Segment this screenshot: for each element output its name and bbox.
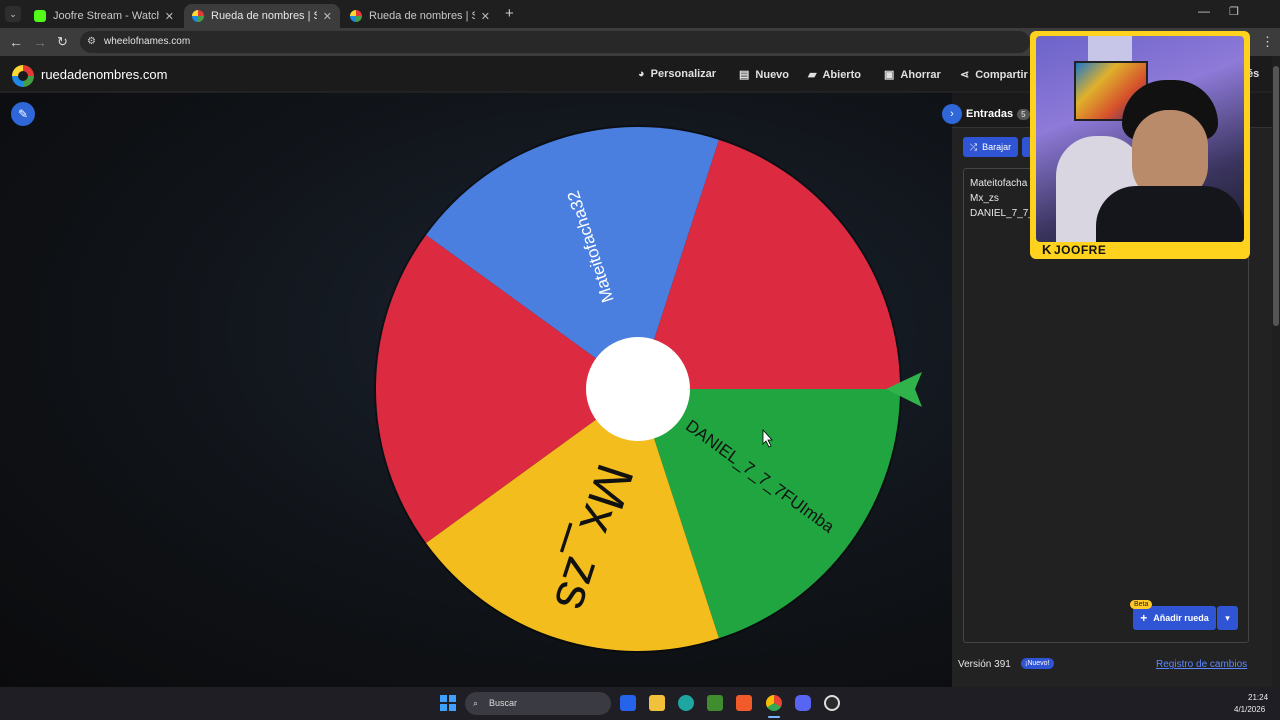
url-field[interactable]: ⚙ wheelofnames.com [80, 31, 1030, 53]
scrollbar-thumb[interactable] [1273, 66, 1279, 326]
edit-pencil-icon[interactable]: ✎ [11, 102, 35, 126]
streamer-name: JOOFRE [1054, 243, 1107, 257]
notes-app-icon[interactable] [620, 695, 636, 711]
palette-icon: ◕ [638, 68, 645, 80]
browser-tab-bar: ⌄ Joofre Stream - Watch Live on K ✕ Rued… [0, 0, 1280, 28]
streamer-webcam-overlay: K JOOFRE [1030, 31, 1250, 259]
menu-abierto[interactable]: ▰ Abierto [808, 68, 861, 82]
clock-time[interactable]: 21:24 [1248, 693, 1268, 702]
menu-ahorrar[interactable]: ▣ Ahorrar [884, 68, 941, 82]
menu-personalizar[interactable]: ◕ Personalizar [638, 68, 716, 80]
wheel-favicon-icon [350, 10, 362, 22]
kick-logo-icon: K [1042, 242, 1052, 257]
wheel-favicon-icon [192, 10, 204, 22]
taskbar-search[interactable]: ⌕ Buscar [465, 692, 611, 715]
back-icon[interactable]: ← [9, 34, 23, 50]
tab-rueda-active[interactable]: Rueda de nombres | Selector d ✕ [184, 4, 340, 28]
tab-joofre-stream[interactable]: Joofre Stream - Watch Live on K ✕ [26, 4, 182, 28]
chevron-down-icon: ▾ [1225, 612, 1230, 623]
save-icon: ▣ [884, 69, 895, 81]
brand-name[interactable]: ruedadenombres.com [41, 67, 167, 82]
close-tab-icon[interactable]: ✕ [165, 10, 174, 23]
file-explorer-icon[interactable] [649, 695, 665, 711]
taskbar: ⌕ Buscar 21:24 4/1/2026 [0, 687, 1280, 720]
webcam-feed [1036, 36, 1244, 242]
close-tab-icon[interactable]: ✕ [323, 10, 332, 23]
minimize-window-button[interactable]: — [1198, 4, 1210, 18]
active-app-indicator [768, 716, 780, 718]
wheel-stage [0, 93, 952, 687]
close-tab-icon[interactable]: ✕ [481, 10, 490, 23]
windows-start-icon[interactable] [440, 695, 456, 711]
browser-menu-icon[interactable]: ⋮ [1261, 34, 1274, 50]
brave-icon[interactable] [736, 695, 752, 711]
menu-nuevo[interactable]: ▤ Nuevo [739, 68, 789, 82]
changelog-link[interactable]: Registro de cambios [1156, 659, 1247, 670]
discord-icon[interactable] [795, 695, 811, 711]
streamer-shirt [1096, 186, 1244, 242]
chevron-right-icon[interactable]: › [942, 104, 962, 124]
file-icon: ▤ [739, 69, 750, 81]
chrome-icon[interactable] [766, 695, 782, 711]
folder-icon: ▰ [808, 69, 817, 81]
new-badge: ¡Nuevo! [1021, 658, 1054, 669]
clock-date[interactable]: 4/1/2026 [1234, 705, 1265, 714]
obs-icon[interactable] [824, 695, 840, 711]
share-icon: ⋖ [960, 69, 970, 81]
site-info-icon[interactable]: ⚙ [87, 31, 96, 53]
entries-count-badge: 5 [1017, 108, 1030, 120]
add-wheel-dropdown[interactable]: ▾ [1217, 606, 1238, 630]
new-tab-button[interactable]: + [505, 5, 514, 22]
plus-icon: + [1140, 611, 1148, 625]
add-wheel-button[interactable]: + Añadir rueda [1133, 606, 1216, 630]
shuffle-button[interactable]: ⤮ Barajar [963, 137, 1018, 157]
tab-rueda-second[interactable]: Rueda de nombres | Selector de ✕ [342, 4, 498, 28]
minecraft-icon[interactable] [707, 695, 723, 711]
edge-icon[interactable] [678, 695, 694, 711]
kick-icon [34, 10, 46, 22]
search-icon: ⌕ [473, 698, 479, 708]
page-scrollbar[interactable] [1272, 56, 1280, 687]
beta-badge: Beta [1130, 600, 1153, 609]
entries-tab[interactable]: › Entradas 5 [942, 104, 1030, 124]
menu-compartir[interactable]: ⋖ Compartir [960, 68, 1028, 82]
version-label: Versión 391 [958, 659, 1011, 670]
restore-window-button[interactable]: ❐ [1229, 5, 1239, 18]
tab-list-button[interactable]: ⌄ [5, 6, 21, 22]
site-logo-icon[interactable] [12, 65, 34, 87]
forward-icon[interactable]: → [33, 34, 47, 50]
shuffle-icon: ⤮ [969, 141, 978, 152]
reload-icon[interactable]: ↻ [57, 34, 68, 50]
